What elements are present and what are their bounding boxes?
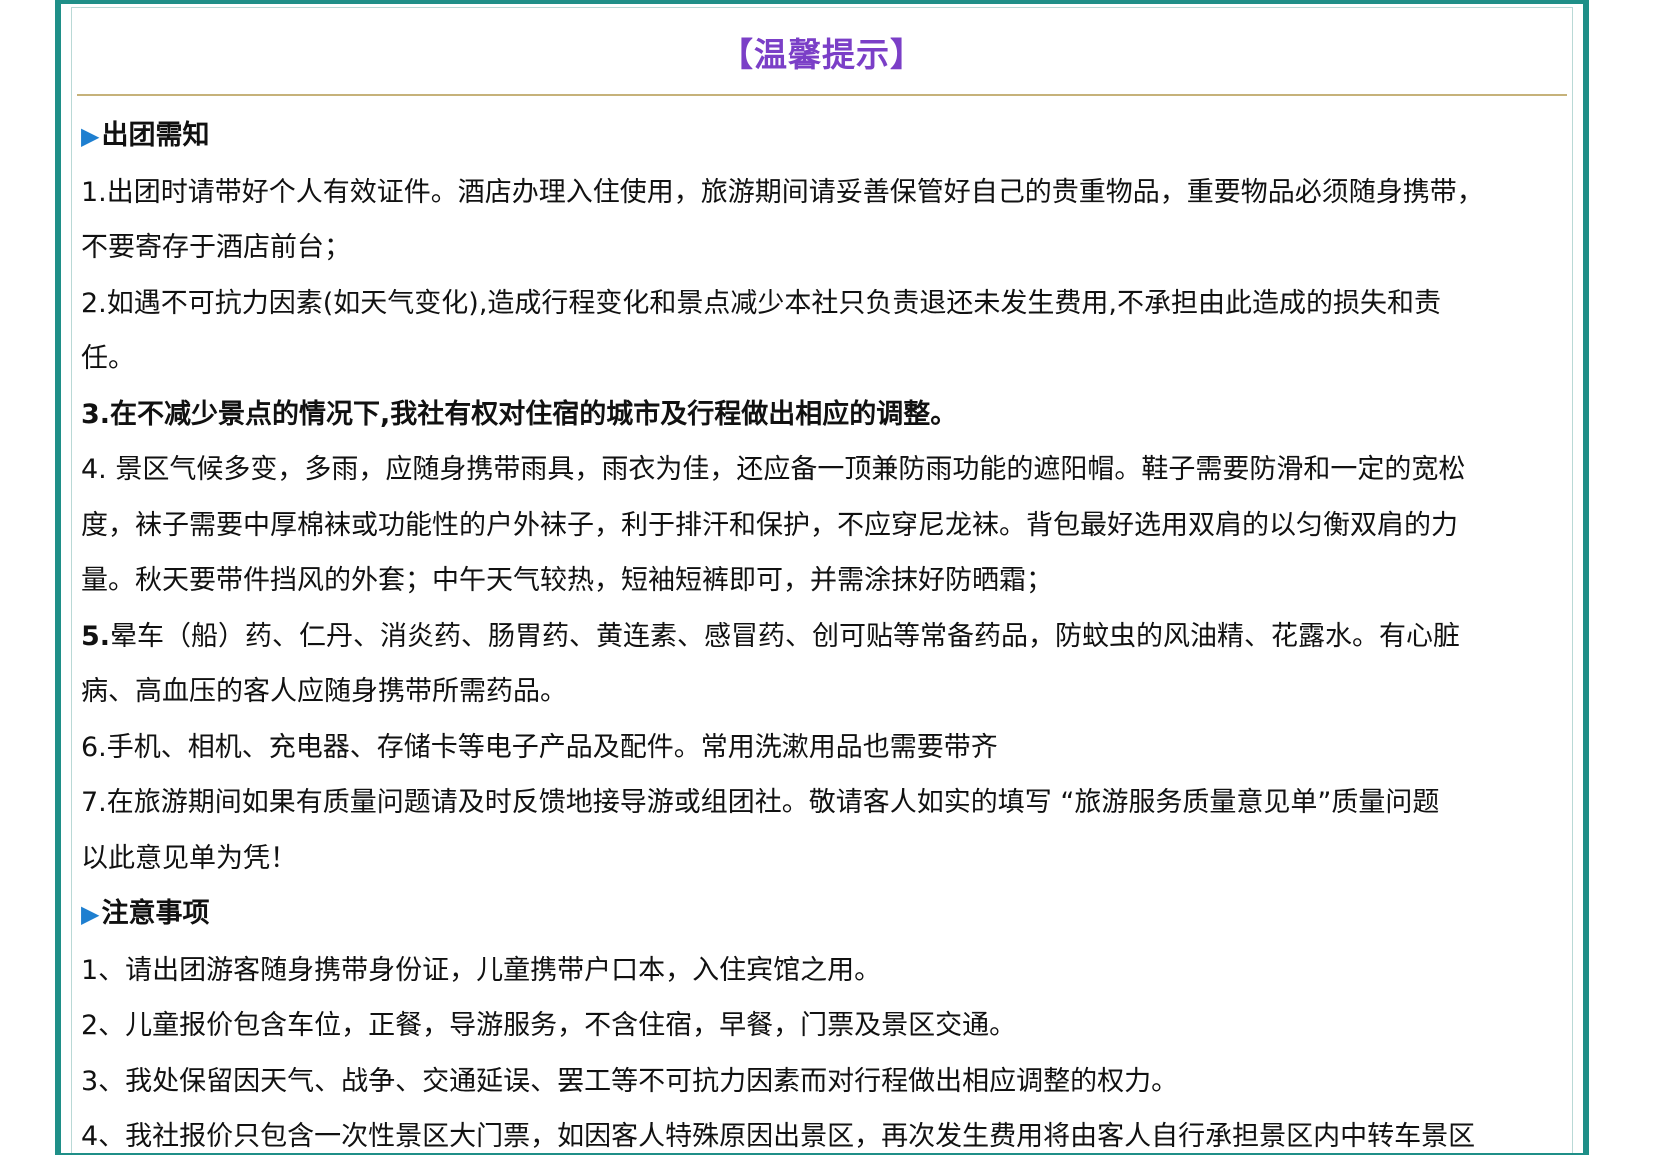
notice-line: 量。秋天要带件挡风的外套；中午天气较热，短袖短裤即可，并需涂抹好防晒霜； (81, 565, 1053, 596)
notice-line: 2.如遇不可抗力因素(如天气变化),造成行程变化和景点减少本社只负责退还未发生费… (81, 287, 1441, 319)
title-divider (77, 94, 1567, 96)
section-heading-label: 出团需知 (101, 120, 210, 151)
page-title: 【温馨提示】 (720, 35, 924, 74)
notice-line: 7.在旅游期间如果有质量问题请及时反馈地接导游或组团社。敬请客人如实的填写 “旅… (81, 787, 1440, 818)
notice-content: ▶出团需知 1.出团时请带好个人有效证件。酒店办理入住使用，旅游期间请妥善保管好… (81, 108, 1581, 1165)
notice-frame: 【温馨提示】 ▶出团需知 1.出团时请带好个人有效证件。酒店办理入住使用，旅游期… (55, 0, 1589, 1155)
item-5-number: 5. (81, 620, 111, 652)
notice-line-emphasis: 3.在不减少景点的情况下,我社有权对住宿的城市及行程做出相应的调整。 (81, 398, 958, 430)
item-5-text: 晕车（船）药、仁丹、消炎药、肠胃药、黄连素、感冒药、创可贴等常备药品，防蚊虫的风… (110, 620, 1461, 652)
triangle-right-icon: ▶ (81, 122, 100, 150)
caution-line: 4、我社报价只包含一次性景区大门票，如因客人特殊原因出景区，再次发生费用将由客人… (81, 1121, 1476, 1152)
notice-line: 任。 (81, 343, 135, 374)
caution-line: 1、请出团游客随身携带身份证，儿童携带户口本，入住宾馆之用。 (81, 954, 882, 986)
notice-line: 不要寄存于酒店前台； (81, 232, 351, 263)
section-heading-cautions: ▶注意事项 (81, 886, 1581, 943)
notice-line-item-5: 5.晕车（船）药、仁丹、消炎药、肠胃药、黄连素、感冒药、创可贴等常备药品，防蚊虫… (81, 609, 1581, 665)
notice-line: 1.出团时请带好个人有效证件。酒店办理入住使用，旅游期间请妥善保管好自己的贵重物… (81, 176, 1484, 208)
notice-line: 度，袜子需要中厚棉袜或功能性的户外袜子，利于排汗和保护，不应穿尼龙袜。背包最好选… (81, 509, 1458, 541)
notice-line: 6.手机、相机、充电器、存储卡等电子产品及配件。常用洗漱用品也需要带齐 (81, 731, 998, 763)
caution-line: 3、我处保留因天气、战争、交通延误、罢工等不可抗力因素而对行程做出相应调整的权力… (81, 1065, 1179, 1097)
triangle-right-icon: ▶ (81, 900, 100, 928)
notice-line: 4. 景区气候多变，多雨，应随身携带雨具，雨衣为佳，还应备一顶兼防雨功能的遮阳帽… (81, 454, 1466, 485)
notice-line: 病、高血压的客人应随身携带所需药品。 (81, 676, 567, 707)
notice-line: 以此意见单为凭！ (81, 842, 297, 874)
section-heading-departure: ▶出团需知 (81, 108, 1581, 165)
section-heading-label: 注意事项 (101, 898, 210, 929)
caution-line: 2、儿童报价包含车位，正餐，导游服务，不含住宿，早餐，门票及景区交通。 (81, 1010, 1017, 1041)
